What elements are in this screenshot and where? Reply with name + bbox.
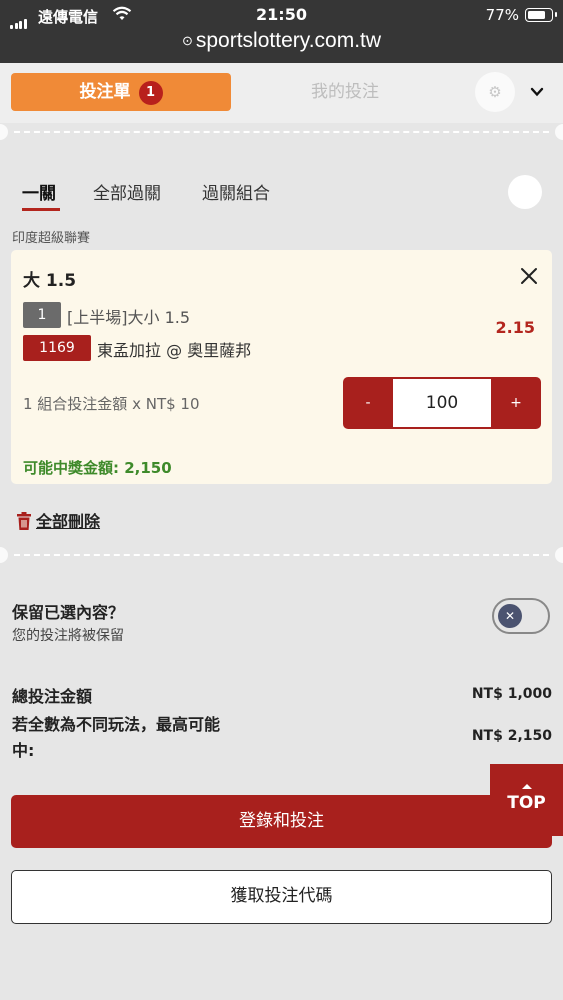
total-stake-label: 總投注金額 xyxy=(12,687,93,706)
stake-input[interactable] xyxy=(393,379,491,427)
odds-value: 2.15 xyxy=(495,318,535,337)
login-and-bet-button[interactable]: 登錄和投注 xyxy=(11,795,552,848)
tab-single[interactable]: 一關 xyxy=(22,179,56,204)
bet-type-tabs: 一關 全部過關 過關組合 xyxy=(0,175,563,215)
max-win-value: NT$ 2,150 xyxy=(471,728,552,744)
tab-betslip[interactable]: 投注單 1 xyxy=(11,73,231,111)
max-win-label-line2: 中: xyxy=(12,741,35,760)
status-bar: 遠傳電信 21:50 77% xyxy=(0,0,563,30)
get-bet-code-button[interactable]: 獲取投注代碼 xyxy=(11,870,552,924)
tab-my-bets[interactable]: 我的投注 xyxy=(250,73,440,111)
delete-all-link[interactable]: 全部刪除 xyxy=(16,508,100,532)
increase-stake-button[interactable]: + xyxy=(491,377,541,429)
decrease-stake-button[interactable]: - xyxy=(343,377,393,429)
back-to-top-button[interactable]: TOP xyxy=(490,764,563,836)
chevron-down-icon[interactable] xyxy=(530,85,544,99)
keep-selection-subtitle: 您的投注將被保留 xyxy=(12,628,124,644)
line-number-badge: 1 xyxy=(23,302,61,328)
delete-all-label: 全部刪除 xyxy=(36,512,101,531)
url-bar[interactable]: ⊙ sportslottery.com.tw xyxy=(0,30,563,63)
betslip-count-badge: 1 xyxy=(138,81,163,105)
stake-stepper: - + xyxy=(343,377,541,429)
divider xyxy=(0,124,563,140)
back-to-top-label: TOP xyxy=(507,793,546,813)
total-stake-value: NT$ 1,000 xyxy=(471,686,552,702)
bet-card: 大 1.5 1 [上半場]大小 1.5 2.15 1169 東孟加拉 @ 奧里薩… xyxy=(11,250,552,484)
url-text: sportslottery.com.tw xyxy=(195,29,382,52)
battery-icon xyxy=(525,8,557,22)
unit-stake-label: 1 組合投注金額 x NT$ 10 xyxy=(23,395,200,413)
potential-win: 可能中獎金額: 2,150 xyxy=(23,459,172,477)
tab-betslip-label: 投注單 xyxy=(79,82,131,102)
lock-icon: ⊙ xyxy=(181,33,193,48)
selection-title: 大 1.5 xyxy=(23,271,77,291)
circle-icon[interactable] xyxy=(508,175,542,209)
gear-icon[interactable]: ⚙ xyxy=(475,72,515,112)
clock: 21:50 xyxy=(256,5,307,24)
league-name: 印度超級聯賽 xyxy=(12,231,91,246)
tab-parlay-combo[interactable]: 過關組合 xyxy=(202,179,270,204)
battery-percent: 77% xyxy=(485,6,519,24)
tab-all-parlay[interactable]: 全部過關 xyxy=(93,179,161,204)
match-number-badge: 1169 xyxy=(23,335,91,361)
market-name: [上半場]大小 1.5 xyxy=(67,308,191,327)
active-tab-indicator xyxy=(22,208,60,211)
close-icon[interactable] xyxy=(519,266,539,286)
battery-fill xyxy=(527,10,545,19)
max-win-label-line1: 若全數為不同玩法，最高可能 xyxy=(12,715,221,734)
caret-up-icon xyxy=(521,784,532,789)
keep-selection-toggle[interactable]: ✕ xyxy=(492,598,550,634)
close-icon: ✕ xyxy=(498,604,522,628)
match-name: 東孟加拉 @ 奧里薩邦 xyxy=(97,341,252,360)
trash-icon xyxy=(17,512,31,530)
keep-selection-title: 保留已選內容？ xyxy=(12,603,125,622)
divider xyxy=(0,547,563,563)
betslip-header: 投注單 1 我的投注 ⚙ xyxy=(0,63,563,123)
